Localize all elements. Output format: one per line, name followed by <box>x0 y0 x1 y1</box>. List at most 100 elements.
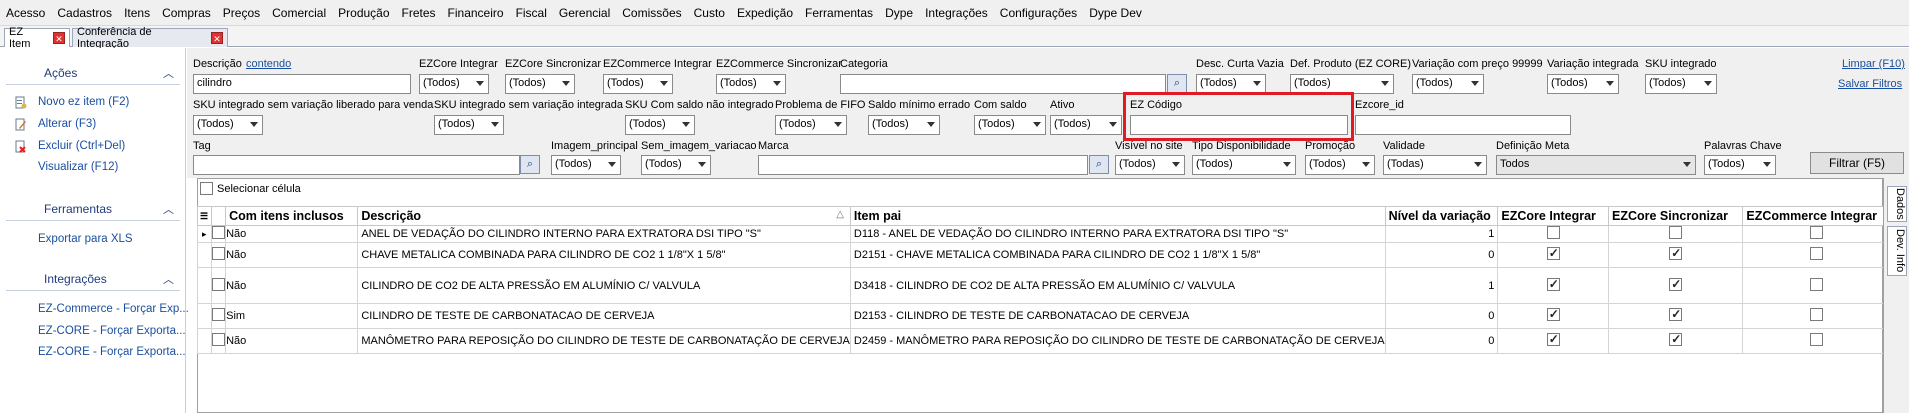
cell-ezcore-sincronizar[interactable] <box>1607 303 1744 329</box>
menu-custo[interactable]: Custo <box>688 0 731 26</box>
table-row[interactable]: ▸ Não ANEL DE VEDAÇÃO DO CILINDRO INTERNO … <box>197 225 1909 243</box>
row-indicator[interactable] <box>197 242 212 268</box>
cell-nivel-variacao[interactable]: 1 <box>1384 267 1499 304</box>
checkbox[interactable] <box>1546 277 1560 291</box>
sidebar-novo-item[interactable]: Novo ez item (F2) <box>38 96 129 108</box>
cell-ezcore-sincronizar[interactable] <box>1607 225 1744 243</box>
row-indicator[interactable] <box>197 328 212 354</box>
checkbox[interactable] <box>1809 277 1823 291</box>
close-icon[interactable]: ✕ <box>211 32 223 44</box>
close-icon[interactable]: ✕ <box>53 32 65 44</box>
palavras-chave-select[interactable]: (Todos) <box>1704 155 1776 175</box>
tipo-disponibilidade-select[interactable]: (Todos) <box>1192 155 1296 175</box>
row-select-checkbox[interactable] <box>212 277 225 291</box>
menu-compras[interactable]: Compras <box>156 0 217 26</box>
cell-ezcore-sincronizar[interactable] <box>1607 328 1744 354</box>
cell-ezcore-integrar[interactable] <box>1497 303 1609 329</box>
checkbox[interactable] <box>1809 333 1823 346</box>
categoria-input[interactable] <box>840 74 1166 94</box>
binoculars-icon[interactable]: ⌕ <box>1089 155 1109 174</box>
menu-comercial[interactable]: Comercial <box>266 0 332 26</box>
cell-item-pai[interactable]: D3418 - CILINDRO DE CO2 DE ALTA PRESSÃO … <box>849 267 1386 304</box>
cell-com-itens-inclusos[interactable]: Sim <box>225 303 359 329</box>
sidebar-alterar[interactable]: Alterar (F3) <box>38 118 96 130</box>
cell-descricao[interactable]: CILINDRO DE TESTE DE CARBONATACAO DE CER… <box>357 303 851 329</box>
row-select[interactable] <box>210 303 227 329</box>
definicao-meta-select[interactable]: Todos <box>1496 155 1696 175</box>
com-saldo-select[interactable]: (Todos) <box>974 115 1046 135</box>
cell-nivel-variacao[interactable]: 0 <box>1384 328 1499 354</box>
chevron-up-icon[interactable]: ︿ <box>163 271 174 287</box>
binoculars-icon[interactable]: ⌕ <box>1167 74 1187 93</box>
col-item-pai[interactable]: Item pai <box>849 206 1386 226</box>
tab-ez-item[interactable]: EZ Item ✕ <box>4 26 70 50</box>
checkbox[interactable] <box>1669 307 1683 321</box>
ativo-select[interactable]: (Todos) <box>1050 115 1122 135</box>
checkbox[interactable] <box>1809 308 1823 321</box>
cell-ezcommerce-integrar[interactable] <box>1742 242 1891 268</box>
chevron-up-icon[interactable]: ︿ <box>163 65 174 81</box>
cell-ezcore-sincronizar[interactable] <box>1607 242 1744 268</box>
tag-input[interactable] <box>193 155 520 175</box>
sidebar-section-integracoes[interactable]: Integrações ︿ <box>6 268 180 290</box>
table-row[interactable]: Sim CILINDRO DE TESTE DE CARBONATACAO DE … <box>197 303 1909 329</box>
checkbox[interactable] <box>1546 307 1560 321</box>
validade-select[interactable]: (Todas) <box>1383 155 1487 175</box>
checkbox[interactable] <box>1809 247 1823 260</box>
sidebar-visualizar[interactable]: Visualizar (F12) <box>38 161 118 173</box>
sidebar-section-acoes[interactable]: Ações ︿ <box>6 62 180 84</box>
menu-producao[interactable]: Produção <box>332 0 395 26</box>
ezcore-sincronizar-select[interactable]: (Todos) <box>505 74 575 94</box>
table-row[interactable]: Não CILINDRO DE CO2 DE ALTA PRESSÃO EM AL… <box>197 267 1909 304</box>
sem-imagem-variacao-select[interactable]: (Todos) <box>641 155 711 175</box>
sku-integrado-select[interactable]: (Todos) <box>1645 74 1717 94</box>
row-indicator[interactable] <box>197 267 212 304</box>
filtrar-button[interactable]: Filtrar (F5) <box>1810 152 1904 174</box>
ezcore-id-input[interactable] <box>1355 115 1571 135</box>
menu-precos[interactable]: Preços <box>217 0 266 26</box>
row-select-checkbox[interactable] <box>212 308 225 321</box>
chevron-up-icon[interactable]: ︿ <box>163 201 174 217</box>
row-select[interactable] <box>210 242 227 268</box>
cell-nivel-variacao[interactable]: 0 <box>1384 303 1499 329</box>
select-cell-checkbox[interactable] <box>200 182 213 195</box>
saldo-minimo-select[interactable]: (Todos) <box>868 115 940 135</box>
checkbox[interactable] <box>1669 277 1683 291</box>
menu-dype-dev[interactable]: Dype Dev <box>1083 0 1148 26</box>
checkbox[interactable] <box>1546 246 1560 260</box>
cell-nivel-variacao[interactable]: 0 <box>1384 242 1499 268</box>
row-indicator[interactable] <box>197 303 212 329</box>
binoculars-icon[interactable]: ⌕ <box>520 155 540 174</box>
cell-ezcore-sincronizar[interactable] <box>1607 267 1744 304</box>
sku-sem-variacao-select[interactable]: (Todos) <box>434 115 504 135</box>
menu-integracoes[interactable]: Integrações <box>919 0 994 26</box>
variacao-preco-select[interactable]: (Todos) <box>1412 74 1484 94</box>
select-cell-option[interactable]: Selecionar célula <box>200 182 301 195</box>
cell-descricao[interactable]: CILINDRO DE CO2 DE ALTA PRESSÃO EM ALUMÍ… <box>357 267 851 304</box>
cell-com-itens-inclusos[interactable]: Não <box>225 267 359 304</box>
ezcommerce-sincronizar-select[interactable]: (Todos) <box>716 74 786 94</box>
descricao-modifier-link[interactable]: contendo <box>246 58 291 70</box>
marca-input[interactable] <box>758 155 1088 175</box>
variacao-integrada-select[interactable]: (Todos) <box>1547 74 1619 94</box>
row-select-checkbox[interactable] <box>212 226 225 239</box>
col-ezcore-sincronizar[interactable]: EZCore Sincronizar <box>1607 206 1744 226</box>
menu-fiscal[interactable]: Fiscal <box>510 0 553 26</box>
col-ezcommerce-integrar[interactable]: EZCommerce Integrar <box>1742 206 1891 226</box>
cell-descricao[interactable]: ANEL DE VEDAÇÃO DO CILINDRO INTERNO PARA… <box>357 225 851 243</box>
cell-ezcommerce-integrar[interactable] <box>1742 225 1891 243</box>
row-select[interactable] <box>210 225 227 243</box>
cell-com-itens-inclusos[interactable]: Não <box>225 225 359 243</box>
menu-comissoes[interactable]: Comissões <box>616 0 687 26</box>
sidebar-ezcore-forcar-1[interactable]: EZ-CORE - Forçar Exporta... <box>38 325 186 337</box>
row-select[interactable] <box>210 328 227 354</box>
row-indicator[interactable]: ▸ <box>197 225 212 243</box>
checkbox[interactable] <box>1809 226 1823 239</box>
cell-com-itens-inclusos[interactable]: Não <box>225 242 359 268</box>
table-row[interactable]: Não MANÔMETRO PARA REPOSIÇÃO DO CILINDRO … <box>197 328 1909 354</box>
menu-cadastros[interactable]: Cadastros <box>51 0 118 26</box>
cell-descricao[interactable]: CHAVE METALICA COMBINADA PARA CILINDRO D… <box>357 242 851 268</box>
sku-saldo-nao-integrado-select[interactable]: (Todos) <box>625 115 695 135</box>
sku-sem-variacao-liberado-select[interactable]: (Todos) <box>193 115 263 135</box>
sidebar-ezcommerce-forcar[interactable]: EZ-Commerce - Forçar Exp... <box>38 303 189 315</box>
